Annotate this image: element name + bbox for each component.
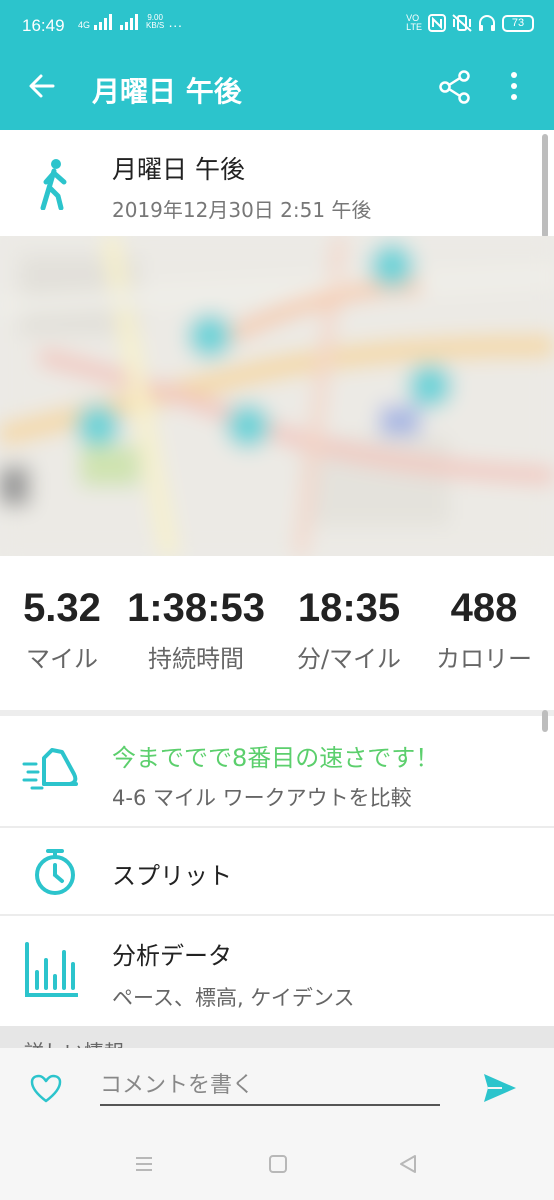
signal-strength-icon bbox=[94, 14, 113, 30]
menu-nav-icon[interactable] bbox=[134, 1154, 154, 1174]
analysis-subtitle: ペース、標高, ケイデンス bbox=[112, 986, 355, 1010]
scrollbar-segment[interactable] bbox=[542, 710, 548, 732]
more-info-section: 詳しい情報 bbox=[0, 1026, 554, 1048]
heart-icon[interactable] bbox=[30, 1074, 62, 1104]
stat-pace: 18:35 分/マイル bbox=[286, 586, 412, 674]
status-right-icons: VO LTE 73 bbox=[406, 14, 534, 32]
comment-bar bbox=[0, 1048, 554, 1130]
app-bar: 月曜日 午後 bbox=[0, 44, 554, 130]
activity-name: 月曜日 午後 bbox=[112, 155, 245, 184]
activity-header: 月曜日 午後 2019年12月30日 2:51 午後 bbox=[0, 130, 554, 238]
home-nav-icon[interactable] bbox=[268, 1154, 288, 1174]
comment-input[interactable] bbox=[100, 1070, 440, 1106]
battery-indicator: 73 bbox=[502, 14, 534, 32]
more-notifications-icon: ··· bbox=[168, 17, 183, 33]
network-type-label: 4G bbox=[78, 20, 91, 30]
map-image bbox=[0, 236, 554, 556]
stat-distance: 5.32 マイル bbox=[14, 586, 110, 674]
stat-pace-label: 分/マイル bbox=[296, 645, 402, 673]
status-bar: 16:49 4G 9.00 KB/S ··· VO LTE 73 bbox=[0, 0, 554, 44]
achievement-title: 今まででで8番目の速さです！ bbox=[112, 744, 440, 772]
activity-date: 2019年12月30日 2:51 午後 bbox=[112, 198, 372, 222]
system-nav-bar bbox=[0, 1130, 554, 1200]
headphones-icon bbox=[479, 15, 495, 31]
app-bar-title: 月曜日 午後 bbox=[92, 75, 242, 108]
back-nav-icon[interactable] bbox=[398, 1154, 418, 1174]
nfc-icon bbox=[428, 14, 446, 32]
more-info-label: 詳しい情報 bbox=[24, 1036, 124, 1048]
share-icon[interactable] bbox=[438, 70, 472, 104]
vibrate-mute-icon bbox=[452, 14, 472, 32]
network-speed-unit: KB/S bbox=[146, 21, 165, 30]
mobile-data-indicator: 4G bbox=[78, 21, 90, 30]
stat-calories: 488 カロリー bbox=[422, 586, 546, 674]
stat-duration: 1:38:53 持続時間 bbox=[118, 586, 274, 674]
achievement-subtitle: 4-6 マイル ワークアウトを比較 bbox=[112, 786, 412, 810]
volte-indicator: VO LTE bbox=[406, 14, 422, 32]
back-arrow-icon[interactable] bbox=[26, 70, 58, 102]
splits-row[interactable]: スプリット bbox=[0, 828, 554, 914]
analysis-row[interactable]: 分析データ ペース、標高, ケイデンス bbox=[0, 916, 554, 1026]
bar-chart-icon bbox=[25, 942, 78, 997]
stat-calories-value: 488 bbox=[450, 586, 518, 630]
status-time: 16:49 bbox=[22, 16, 65, 35]
route-map[interactable] bbox=[0, 236, 554, 556]
stat-pace-value: 18:35 bbox=[297, 586, 401, 630]
stopwatch-icon bbox=[35, 849, 75, 895]
network-speed: 9.00 KB/S bbox=[146, 14, 164, 30]
stat-distance-value: 5.32 bbox=[23, 586, 101, 630]
stat-calories-label: カロリー bbox=[436, 645, 532, 673]
signal-strength-icon-2 bbox=[120, 14, 139, 30]
achievement-row[interactable]: 今まででで8番目の速さです！ 4-6 マイル ワークアウトを比較 bbox=[0, 710, 554, 826]
splits-title: スプリット bbox=[112, 862, 232, 890]
stat-duration-value: 1:38:53 bbox=[127, 586, 265, 630]
stat-distance-label: マイル bbox=[26, 645, 98, 673]
stat-duration-label: 持続時間 bbox=[148, 645, 244, 673]
analysis-title: 分析データ bbox=[112, 942, 232, 970]
more-options-icon[interactable] bbox=[508, 70, 520, 102]
scrollbar[interactable] bbox=[542, 134, 548, 238]
status-left-icons: 4G 9.00 KB/S ··· bbox=[78, 14, 183, 33]
stats-summary: 5.32 マイル 1:38:53 持続時間 18:35 分/マイル 488 カロ… bbox=[0, 556, 554, 710]
lte-label: LTE bbox=[406, 22, 422, 32]
walking-person-icon bbox=[40, 159, 67, 210]
running-shoe-icon bbox=[22, 748, 78, 790]
send-icon[interactable] bbox=[482, 1072, 518, 1104]
